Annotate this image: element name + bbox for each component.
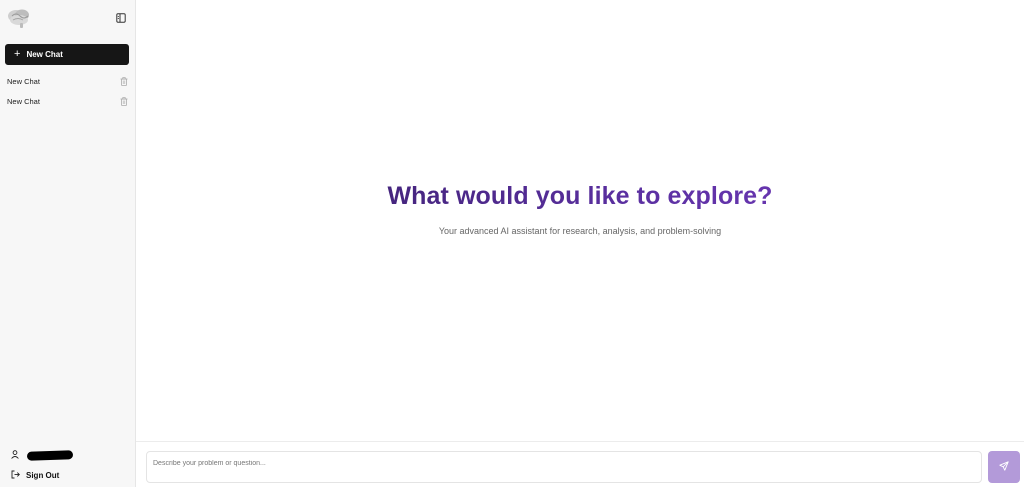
plus-icon: +: [14, 48, 21, 60]
send-button[interactable]: [988, 451, 1020, 483]
app-window: + New Chat New Chat New Chat Sign Out Wh…: [0, 0, 1024, 487]
brain-icon[interactable]: [6, 7, 32, 29]
main-content: What would you like to explore? Your adv…: [136, 0, 1024, 487]
chat-history-item[interactable]: New Chat: [0, 92, 136, 112]
chat-history-list: New Chat New Chat: [0, 72, 136, 111]
sidebar: + New Chat New Chat New Chat Sign Out: [0, 0, 136, 487]
chat-history-item[interactable]: New Chat: [0, 72, 136, 92]
chat-history-item-label: New Chat: [7, 77, 40, 87]
new-chat-label: New Chat: [26, 50, 63, 59]
sign-out-icon: [11, 470, 20, 481]
trash-icon[interactable]: [119, 77, 128, 87]
user-icon: [11, 446, 19, 464]
redacted-username: [26, 449, 74, 461]
message-input-box[interactable]: [146, 451, 982, 483]
message-input[interactable]: [147, 452, 981, 475]
send-icon: [999, 458, 1009, 476]
chat-history-item-label: New Chat: [7, 96, 40, 106]
user-profile[interactable]: [11, 446, 74, 464]
new-chat-button[interactable]: + New Chat: [5, 44, 129, 65]
page-title: What would you like to explore?: [136, 182, 1024, 211]
page-subtitle: Your advanced AI assistant for research,…: [438, 226, 722, 236]
composer: [136, 441, 1024, 487]
sidebar-collapse-icon[interactable]: [115, 12, 127, 24]
sign-out-button[interactable]: Sign Out: [11, 470, 59, 481]
trash-icon[interactable]: [119, 96, 128, 106]
sign-out-label: Sign Out: [26, 471, 60, 480]
